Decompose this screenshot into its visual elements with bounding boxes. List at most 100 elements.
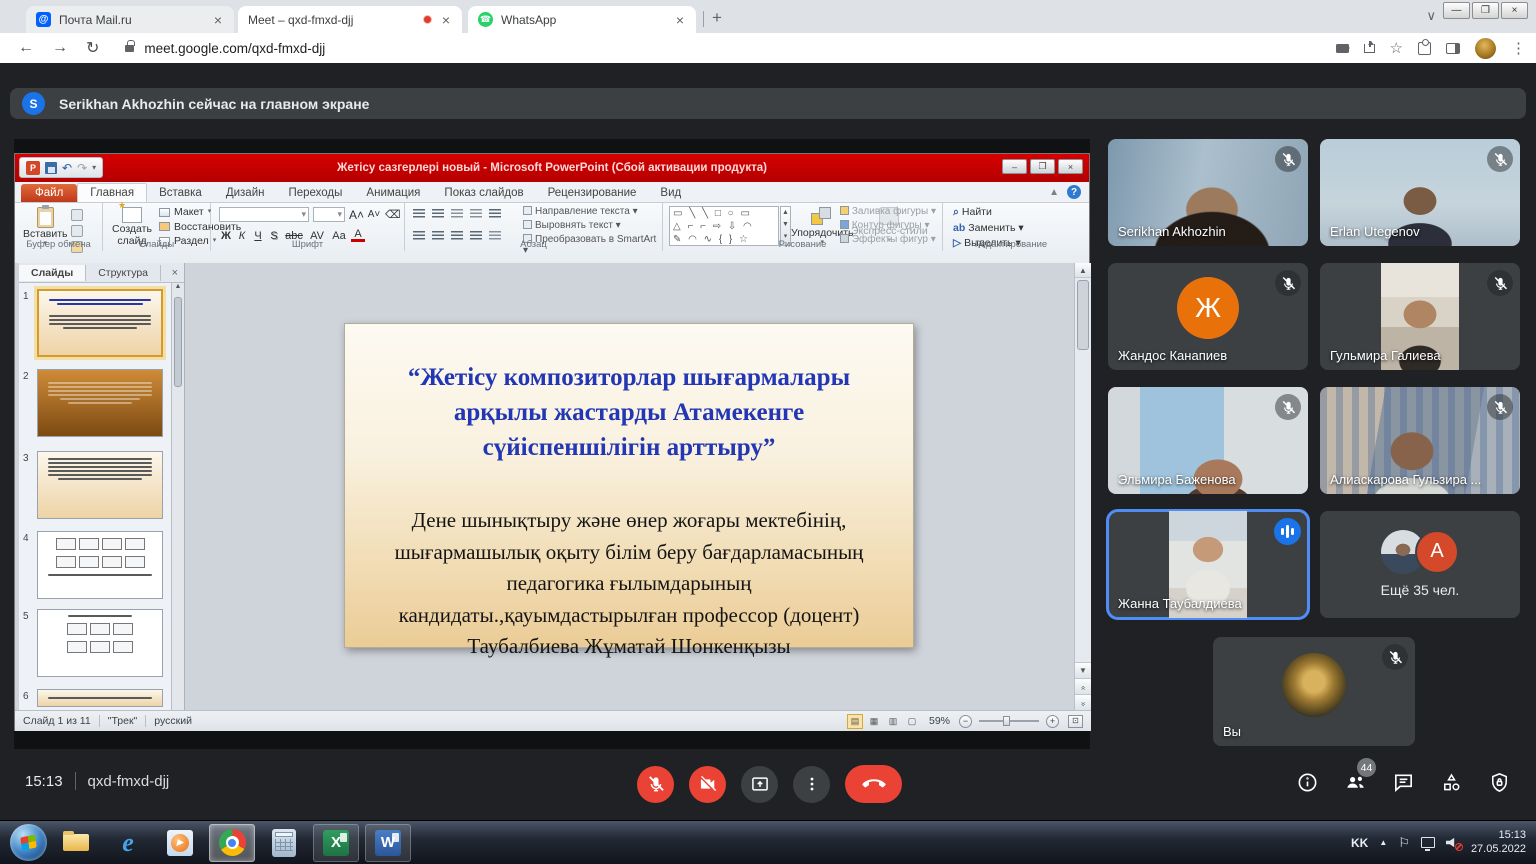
clear-format-icon[interactable]: ⌫ bbox=[385, 208, 399, 221]
ribbon-tab-view[interactable]: Вид bbox=[648, 184, 693, 202]
collapse-ribbon-icon[interactable]: ▲ bbox=[1049, 187, 1059, 198]
cut-icon[interactable] bbox=[71, 209, 83, 221]
start-button[interactable] bbox=[10, 824, 47, 861]
current-slide[interactable]: “Жетісу композиторлар шығармалары арқылы… bbox=[344, 323, 914, 648]
save-icon[interactable] bbox=[45, 162, 57, 174]
ribbon-tab-insert[interactable]: Вставка bbox=[147, 184, 214, 202]
slide-sorter-button[interactable]: ▦ bbox=[866, 714, 882, 729]
slide-thumbnail-6[interactable] bbox=[37, 689, 163, 707]
camera-permission-icon[interactable] bbox=[1336, 44, 1349, 53]
slide-thumbnail-3[interactable] bbox=[37, 451, 163, 519]
action-center-flag-icon[interactable]: ⚐ bbox=[1398, 835, 1410, 851]
slide-thumbnail-1[interactable] bbox=[37, 289, 163, 357]
replace-button[interactable]: abЗаменить ▾ bbox=[953, 222, 1024, 234]
scroll-up-icon[interactable]: ▲ bbox=[1075, 263, 1091, 278]
next-slide-button[interactable]: » bbox=[1075, 694, 1091, 710]
find-button[interactable]: ⌕Найти bbox=[953, 206, 1024, 219]
restore-button[interactable]: ❐ bbox=[1472, 2, 1499, 19]
panel-tab-outline[interactable]: Структура bbox=[86, 265, 161, 281]
qat-dropdown-icon[interactable]: ▾ bbox=[92, 163, 96, 172]
forward-button[interactable]: → bbox=[52, 39, 68, 57]
chat-icon[interactable] bbox=[1391, 770, 1416, 795]
scroll-down-icon[interactable]: ▼ bbox=[1075, 662, 1091, 678]
extensions-puzzle-icon[interactable] bbox=[1418, 42, 1431, 55]
tile-serikhan[interactable]: Serikhan Akhozhin bbox=[1108, 139, 1308, 246]
zoom-in-button[interactable]: + bbox=[1046, 715, 1059, 728]
tab-close-icon[interactable]: × bbox=[674, 13, 686, 27]
taskbar-word[interactable]: W bbox=[365, 824, 411, 862]
indent-increase-icon[interactable] bbox=[470, 209, 482, 218]
fit-to-window-button[interactable]: ⊡ bbox=[1068, 715, 1083, 728]
mic-toggle-button[interactable] bbox=[637, 766, 674, 803]
taskbar-internet-explorer[interactable]: e bbox=[105, 824, 151, 862]
camera-toggle-button[interactable] bbox=[689, 766, 726, 803]
taskbar-explorer[interactable] bbox=[53, 824, 99, 862]
tile-gulmira[interactable]: Гульмира Галиева bbox=[1320, 263, 1520, 370]
numbering-icon[interactable] bbox=[432, 209, 444, 218]
host-controls-icon[interactable] bbox=[1487, 770, 1512, 795]
participants-icon[interactable]: 44 bbox=[1343, 770, 1368, 795]
tab-search-chevron-icon[interactable]: ∨ bbox=[1426, 8, 1436, 24]
tab-meet[interactable]: Meet – qxd-fmxd-djj × bbox=[238, 6, 462, 33]
font-name-box[interactable]: ▾ bbox=[219, 207, 309, 222]
bullets-icon[interactable] bbox=[413, 209, 425, 218]
ribbon-tab-transitions[interactable]: Переходы bbox=[276, 184, 354, 202]
language-indicator[interactable]: KK bbox=[1351, 836, 1368, 850]
slide-thumbnail-2[interactable] bbox=[37, 369, 163, 437]
normal-view-button[interactable]: ▤ bbox=[847, 714, 863, 729]
copy-icon[interactable] bbox=[71, 225, 83, 237]
minimize-button[interactable]: — bbox=[1443, 2, 1470, 19]
slide-thumbnail-4[interactable] bbox=[37, 531, 163, 599]
reload-button[interactable]: ↻ bbox=[86, 38, 99, 58]
ribbon-tab-slideshow[interactable]: Показ слайдов bbox=[432, 184, 535, 202]
share-icon[interactable] bbox=[1364, 44, 1375, 53]
font-size-box[interactable]: ▾ bbox=[313, 207, 345, 222]
ribbon-tab-animations[interactable]: Анимация bbox=[354, 184, 432, 202]
profile-avatar[interactable] bbox=[1475, 38, 1496, 59]
meeting-details-icon[interactable] bbox=[1295, 770, 1320, 795]
panel-close-icon[interactable]: × bbox=[172, 267, 178, 279]
url-text[interactable]: meet.google.com/qxd-fmxd-djj bbox=[144, 41, 325, 56]
panel-scrollbar[interactable]: ▲ bbox=[171, 283, 184, 710]
tile-aliaskarova[interactable]: Алиаскарова Гульзира ... bbox=[1320, 387, 1520, 494]
close-button[interactable]: × bbox=[1501, 2, 1528, 19]
tab-close-icon[interactable]: × bbox=[440, 13, 452, 27]
tab-close-icon[interactable]: × bbox=[212, 13, 224, 27]
ppt-restore-button[interactable]: ❐ bbox=[1030, 159, 1055, 174]
leave-call-button[interactable] bbox=[845, 765, 902, 803]
ribbon-tab-review[interactable]: Рецензирование bbox=[536, 184, 649, 202]
taskbar-excel[interactable]: X bbox=[313, 824, 359, 862]
shape-fill-button[interactable]: Заливка фигуры ▾ bbox=[840, 206, 936, 217]
taskbar-chrome[interactable] bbox=[209, 824, 255, 862]
bookmark-star-icon[interactable]: ☆ bbox=[1390, 39, 1403, 57]
zoom-out-button[interactable]: − bbox=[959, 715, 972, 728]
align-text-button[interactable]: Выровнять текст ▾ bbox=[523, 220, 662, 231]
shape-outline-button[interactable]: Контур фигуры ▾ bbox=[840, 220, 936, 231]
panel-tab-slides[interactable]: Слайды bbox=[19, 265, 86, 281]
reading-view-button[interactable]: ▥ bbox=[885, 714, 901, 729]
slideshow-button[interactable]: ▢ bbox=[904, 714, 920, 729]
tile-more-participants[interactable]: A Ещё 35 чел. bbox=[1320, 511, 1520, 618]
site-security[interactable] bbox=[125, 45, 134, 52]
tray-clock[interactable]: 15:13 27.05.2022 bbox=[1471, 829, 1526, 857]
present-button[interactable] bbox=[741, 766, 778, 803]
ribbon-tab-home[interactable]: Главная bbox=[77, 183, 147, 202]
side-panel-icon[interactable] bbox=[1446, 43, 1460, 54]
ppt-close-button[interactable]: × bbox=[1058, 159, 1083, 174]
tab-whatsapp[interactable]: ☎ WhatsApp × bbox=[468, 6, 696, 33]
taskbar-media-player[interactable]: ▶ bbox=[157, 824, 203, 862]
text-direction-button[interactable]: Направление текста ▾ bbox=[523, 206, 662, 217]
hidden-icons-chevron[interactable]: ▲ bbox=[1379, 838, 1387, 847]
browser-menu-icon[interactable]: ⋮ bbox=[1511, 39, 1526, 57]
tile-elmira[interactable]: Эльмира Баженова bbox=[1108, 387, 1308, 494]
undo-icon[interactable]: ↶ bbox=[62, 161, 72, 175]
new-tab-button[interactable]: + bbox=[712, 8, 722, 28]
ribbon-tab-design[interactable]: Дизайн bbox=[214, 184, 277, 202]
taskbar-calculator[interactable] bbox=[261, 824, 307, 862]
help-icon[interactable]: ? bbox=[1067, 185, 1081, 199]
line-spacing-icon[interactable] bbox=[489, 209, 501, 218]
ppt-minimize-button[interactable]: – bbox=[1002, 159, 1027, 174]
back-button[interactable]: ← bbox=[18, 39, 34, 57]
tab-mailru[interactable]: @ Почта Mail.ru × bbox=[26, 6, 234, 33]
redo-icon[interactable]: ↷ bbox=[77, 161, 87, 175]
